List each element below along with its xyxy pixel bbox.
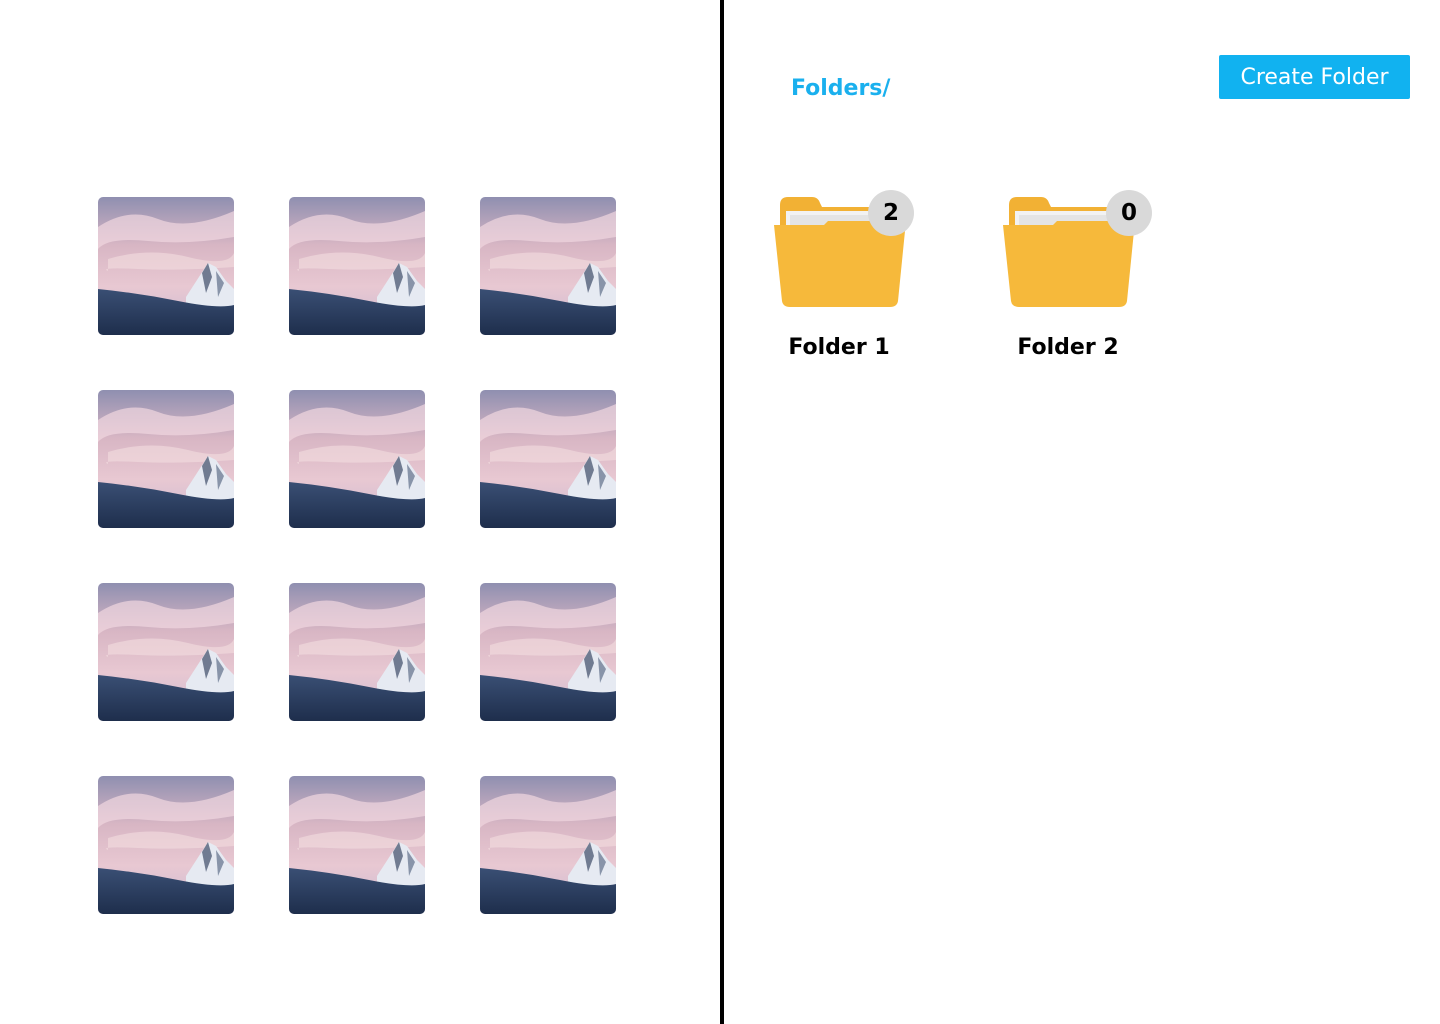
- folders-panel: Folders/ Create Folder 2 Folder 1 0 Fold…: [724, 0, 1440, 1024]
- folder-item[interactable]: 0 Folder 2: [983, 190, 1153, 370]
- gallery-image[interactable]: [480, 776, 616, 914]
- gallery-image[interactable]: [98, 390, 234, 528]
- gallery-image[interactable]: [480, 197, 616, 335]
- gallery-image[interactable]: [98, 776, 234, 914]
- image-gallery-panel: [0, 0, 720, 1024]
- image-gallery-grid: [98, 197, 616, 914]
- gallery-image[interactable]: [98, 197, 234, 335]
- gallery-image[interactable]: [98, 583, 234, 721]
- breadcrumb[interactable]: Folders/: [791, 76, 890, 101]
- gallery-image[interactable]: [480, 583, 616, 721]
- gallery-image[interactable]: [289, 583, 425, 721]
- folder-name: Folder 1: [788, 335, 890, 360]
- gallery-image[interactable]: [480, 390, 616, 528]
- create-folder-button[interactable]: Create Folder: [1219, 55, 1410, 99]
- gallery-image[interactable]: [289, 390, 425, 528]
- folder-item[interactable]: 2 Folder 1: [754, 190, 924, 370]
- gallery-image[interactable]: [289, 776, 425, 914]
- folder-count-badge: 0: [1106, 190, 1152, 236]
- page: Folders/ Create Folder 2 Folder 1 0 Fold…: [0, 0, 1440, 1024]
- folder-name: Folder 2: [1017, 335, 1119, 360]
- folder-count-badge: 2: [868, 190, 914, 236]
- gallery-image[interactable]: [289, 197, 425, 335]
